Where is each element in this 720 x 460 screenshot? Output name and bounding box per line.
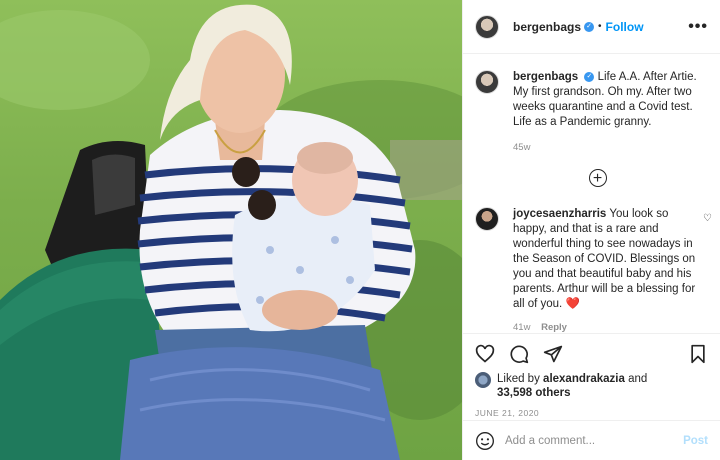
comment-username[interactable]: joycesaenzharris [513, 208, 606, 220]
liker-avatar[interactable] [475, 372, 491, 388]
caption-text-block: bergenbags ✓ Life A.A. After Artie. My f… [513, 70, 708, 130]
bookmark-icon[interactable] [688, 344, 708, 364]
comment-input[interactable]: Add a comment... [505, 435, 595, 447]
load-more-icon[interactable]: + [588, 169, 607, 187]
heart-icon[interactable] [475, 344, 495, 364]
side-panel: bergenbags ✓ • Follow ••• bergenbags ✓ L… [462, 0, 720, 460]
heart-emoji: ❤️ [565, 298, 580, 310]
likes-and: and [628, 373, 648, 385]
post-photo-illustration [0, 4, 462, 460]
instagram-post: bergenbags ✓ • Follow ••• bergenbags ✓ L… [0, 0, 720, 460]
likes-summary: Liked by alexandrakazia and 33,598 other… [463, 364, 720, 400]
emoji-icon[interactable] [475, 431, 495, 451]
likes-count[interactable]: 33,598 others [497, 387, 571, 399]
caption: bergenbags ✓ Life A.A. After Artie. My f… [463, 54, 720, 130]
caption-username[interactable]: bergenbags [513, 71, 578, 83]
verified-icon: ✓ [584, 71, 595, 82]
post-header: bergenbags ✓ • Follow ••• [463, 0, 720, 54]
liker-username[interactable]: alexandrakazia [543, 373, 625, 385]
comment-timestamp[interactable]: 41w [513, 322, 530, 333]
action-section: Liked by alexandrakazia and 33,598 other… [463, 333, 720, 418]
commenter-avatar[interactable] [475, 207, 499, 231]
comment-text: You look so happy, and that is a rare an… [513, 208, 696, 310]
author-avatar[interactable] [475, 14, 499, 39]
separator-dot: • [598, 21, 602, 32]
action-bar [463, 334, 720, 364]
author-username[interactable]: bergenbags [513, 20, 581, 34]
comment-icon[interactable] [509, 344, 529, 364]
likes-text: Liked by alexandrakazia and 33,598 other… [497, 372, 647, 400]
comment: joycesaenzharris You look so happy, and … [463, 187, 720, 312]
verified-icon: ✓ [584, 21, 595, 32]
caption-avatar[interactable] [475, 70, 499, 94]
follow-button[interactable]: Follow [606, 20, 644, 34]
post-comment-button[interactable]: Post [683, 435, 708, 447]
comment-text-block: joycesaenzharris You look so happy, and … [513, 207, 699, 312]
reply-button[interactable]: Reply [541, 322, 567, 333]
likes-prefix: Liked by [497, 373, 540, 385]
comment-like-icon[interactable]: ♡ [703, 213, 712, 224]
caption-timestamp[interactable]: 45w [513, 142, 720, 153]
share-icon[interactable] [543, 344, 563, 364]
comment-meta: 41w Reply [513, 322, 720, 333]
post-photo[interactable] [0, 0, 462, 460]
add-comment-bar: Add a comment... Post [463, 420, 720, 460]
post-date[interactable]: JUNE 21, 2020 [463, 400, 720, 418]
more-icon[interactable]: ••• [688, 18, 708, 36]
